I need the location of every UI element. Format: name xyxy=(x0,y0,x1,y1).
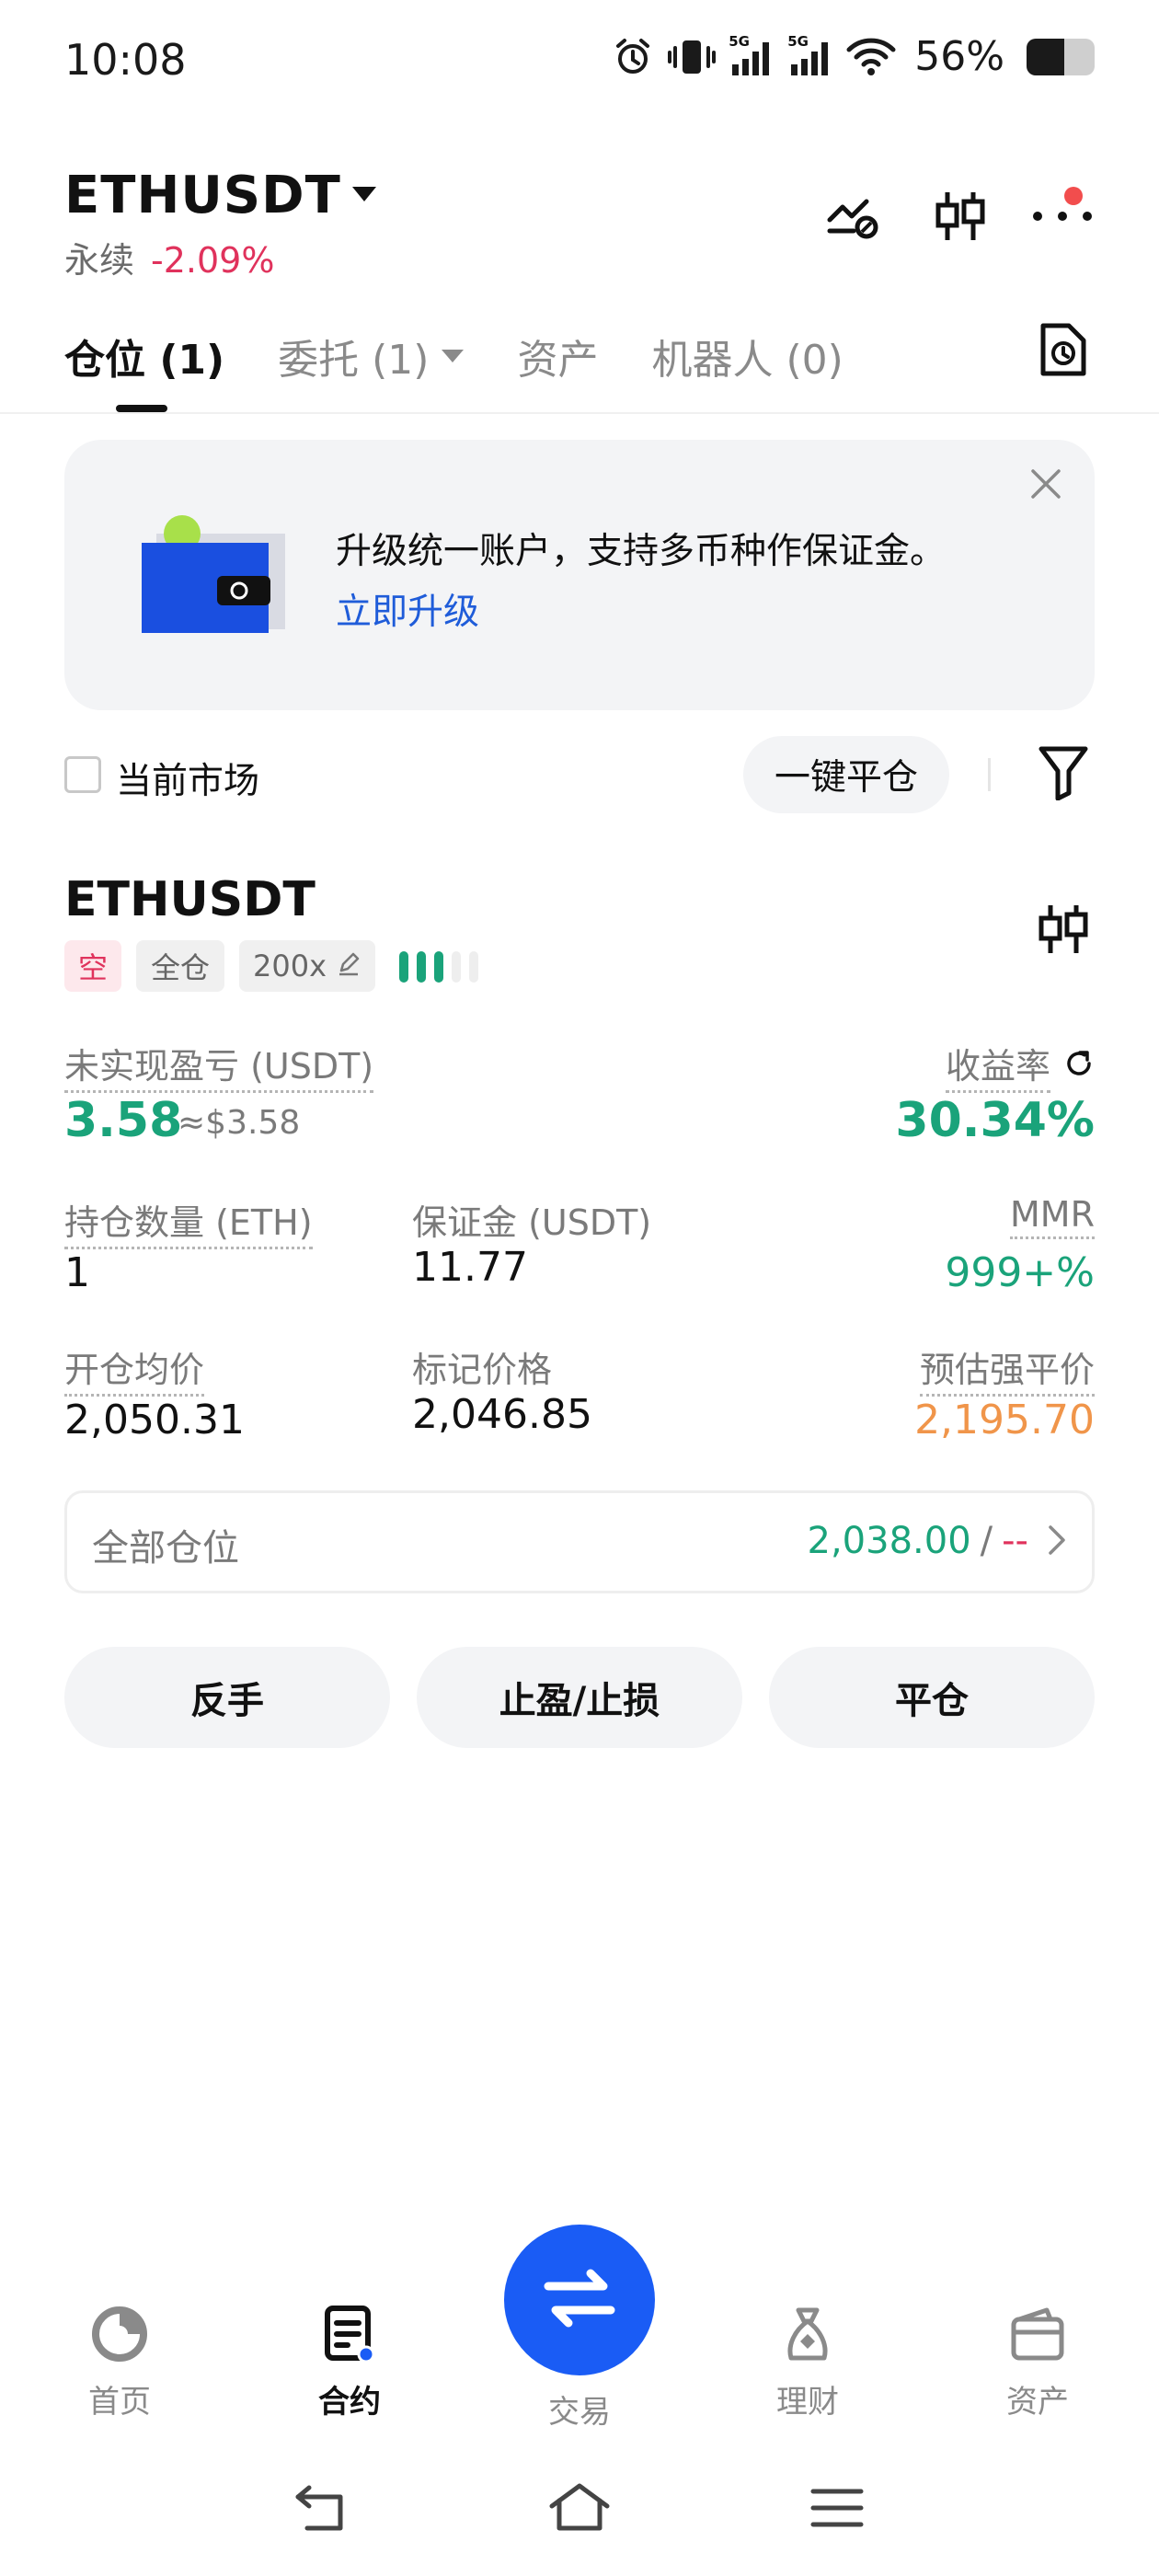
candlestick-chart-icon[interactable] xyxy=(1036,902,1091,960)
all-positions-dash: -- xyxy=(1002,1520,1028,1562)
size-value: 1 xyxy=(64,1249,90,1296)
swap-arrows-icon xyxy=(543,2266,616,2334)
tab-orders[interactable]: 委托 (1) xyxy=(278,327,465,385)
history-icon[interactable] xyxy=(1038,320,1089,383)
current-market-label[interactable]: 当前市场 xyxy=(116,753,259,804)
banner-text: 升级统一账户，支持多币种作保证金。 xyxy=(336,531,947,572)
tabs-divider xyxy=(0,412,1159,414)
nav-assets[interactable]: 资产 xyxy=(955,2305,1120,2421)
system-home-icon[interactable] xyxy=(548,2482,611,2537)
signal-icon: 5G xyxy=(729,34,775,77)
active-tab-indicator xyxy=(116,405,167,412)
nav-earn[interactable]: 理财 xyxy=(725,2305,890,2421)
status-time: 10:08 xyxy=(64,35,187,85)
contract-type: 永续 xyxy=(64,240,135,281)
nav-futures-label: 合约 xyxy=(318,2384,381,2421)
wallet-nav-icon xyxy=(1008,2305,1067,2367)
mark-price-label: 标记价格 xyxy=(412,1350,553,1390)
nav-earn-label: 理财 xyxy=(776,2384,839,2421)
margin-mode-badge: 全仓 xyxy=(136,940,224,992)
all-positions-value: 2,038.00 xyxy=(807,1520,971,1562)
nav-assets-label: 资产 xyxy=(1006,2384,1069,2421)
market-symbol[interactable]: ETHUSDT xyxy=(64,166,341,225)
adl-bar xyxy=(417,951,426,983)
mmr-label[interactable]: MMR xyxy=(1010,1194,1095,1239)
close-icon[interactable] xyxy=(1029,467,1062,504)
money-bag-icon xyxy=(778,2305,837,2367)
futures-icon xyxy=(320,2305,379,2367)
chevron-right-icon xyxy=(1047,1524,1067,1560)
signal-icon: 5G xyxy=(787,34,833,77)
position-tabs: 仓位 (1) 委托 (1) 资产 机器人 (0) xyxy=(64,327,897,385)
entry-price-value: 2,050.31 xyxy=(64,1397,245,1443)
size-label[interactable]: 持仓数量 (ETH) xyxy=(64,1194,313,1249)
separator: / xyxy=(980,1520,993,1562)
leverage-value: 200x xyxy=(252,949,327,983)
current-market-checkbox[interactable] xyxy=(64,756,101,793)
tab-bots[interactable]: 机器人 (0) xyxy=(651,327,843,385)
more-icon[interactable] xyxy=(1030,207,1095,229)
nav-futures[interactable]: 合约 xyxy=(267,2305,432,2421)
nav-home[interactable]: 首页 xyxy=(37,2305,202,2421)
unrealized-pnl-label[interactable]: 未实现盈亏 (USDT) xyxy=(64,1038,374,1093)
roe-label-group[interactable]: 收益率 xyxy=(945,1038,1095,1093)
unrealized-pnl-approx: ≈$3.58 xyxy=(178,1104,301,1142)
liq-price-label[interactable]: 预估强平价 xyxy=(919,1341,1095,1397)
tp-sl-button[interactable]: 止盈/止损 xyxy=(417,1647,742,1748)
close-position-button[interactable]: 平仓 xyxy=(769,1647,1095,1748)
close-all-button[interactable]: 一键平仓 xyxy=(743,736,949,813)
reverse-button[interactable]: 反手 xyxy=(64,1647,390,1748)
all-positions-value-group: 2,038.00 / -- xyxy=(808,1520,1028,1562)
adl-bar xyxy=(452,951,461,983)
price-change: -2.09% xyxy=(151,240,275,281)
system-menu-icon[interactable] xyxy=(809,2486,865,2534)
battery-percent: 56% xyxy=(914,33,1004,80)
upgrade-now-link[interactable]: 立即升级 xyxy=(336,583,479,635)
roe-label[interactable]: 收益率 xyxy=(945,1038,1050,1093)
adl-bar xyxy=(434,951,443,983)
chevron-down-icon xyxy=(442,350,465,362)
leverage-badge[interactable]: 200x xyxy=(239,940,375,992)
wifi-icon xyxy=(846,37,896,77)
position-symbol: ETHUSDT xyxy=(64,872,316,927)
divider xyxy=(988,758,991,791)
entry-price-label[interactable]: 开仓均价 xyxy=(64,1341,205,1397)
wallet-icon xyxy=(138,515,285,638)
side-badge: 空 xyxy=(64,940,121,992)
tab-positions[interactable]: 仓位 (1) xyxy=(64,327,224,385)
margin-value: 11.77 xyxy=(412,1244,528,1291)
status-icons: 5G 5G 56% xyxy=(611,33,1095,80)
margin-label: 保证金 (USDT) xyxy=(412,1202,652,1243)
chevron-down-icon[interactable] xyxy=(352,187,376,201)
unrealized-pnl-value: 3.58 xyxy=(64,1093,183,1148)
mark-price-value: 2,046.85 xyxy=(412,1391,592,1438)
roe-value: 30.34% xyxy=(895,1093,1095,1148)
system-back-icon[interactable] xyxy=(293,2482,351,2537)
home-icon xyxy=(90,2305,149,2367)
all-positions-label: 全部仓位 xyxy=(92,1527,239,1570)
filter-icon[interactable] xyxy=(1038,743,1089,804)
nav-trade-label[interactable]: 交易 xyxy=(497,2386,662,2432)
tab-assets[interactable]: 资产 xyxy=(517,327,598,385)
share-icon[interactable] xyxy=(1063,1048,1095,1083)
candlestick-chart-icon[interactable] xyxy=(933,189,988,247)
pnl-analysis-icon[interactable] xyxy=(824,189,883,247)
liq-price-value: 2,195.70 xyxy=(914,1397,1095,1443)
adl-bar xyxy=(399,951,408,983)
alarm-icon xyxy=(611,35,655,79)
notification-dot xyxy=(1064,187,1083,205)
nav-home-label: 首页 xyxy=(88,2384,151,2421)
trade-button[interactable] xyxy=(504,2225,655,2375)
vibrate-icon xyxy=(668,35,717,79)
edit-icon xyxy=(336,949,361,983)
battery-icon xyxy=(1027,38,1095,75)
adl-bar xyxy=(469,951,478,983)
mmr-value: 999+% xyxy=(945,1249,1095,1296)
adl-indicator xyxy=(399,951,478,983)
market-subtitle: 永续 -2.09% xyxy=(64,232,274,282)
